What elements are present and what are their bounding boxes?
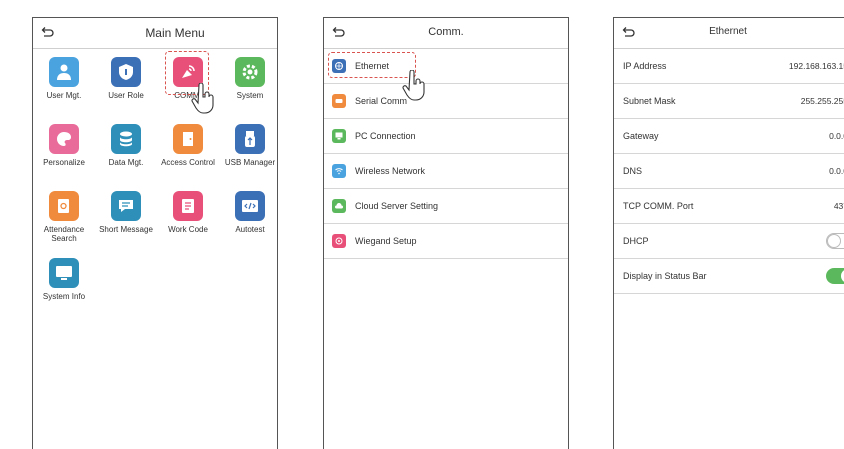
setting-label: Subnet Mask (623, 96, 676, 106)
ethernet-header: Ethernet (614, 18, 844, 49)
code-icon (235, 191, 265, 221)
menu-item-personalize[interactable]: Personalize (33, 124, 95, 167)
menu-item-user-mgt[interactable]: User Mgt. (33, 57, 95, 100)
menu-item-label: System (236, 91, 264, 100)
comm-header: Comm. (324, 18, 568, 49)
comm-item-label: Cloud Server Setting (355, 201, 439, 211)
main-menu-panel: Main Menu User Mgt. User Role COMM. System P… (32, 17, 278, 449)
menu-item-label: User Mgt. (46, 91, 82, 100)
setting-row-gateway[interactable]: Gateway 0.0.0 (614, 119, 844, 154)
setting-row-display-in-status-bar[interactable]: Display in Status Bar (614, 259, 844, 294)
shield-icon (111, 57, 141, 87)
comm-item-wireless-network[interactable]: Wireless Network (324, 154, 568, 189)
comm-list: Ethernet Serial Comm PC Connection Wireless… (324, 49, 568, 259)
pointer-hand-icon (402, 70, 425, 101)
menu-item-autotest[interactable]: Autotest (219, 191, 277, 234)
gear-icon (235, 57, 265, 87)
menu-item-label: USB Manager (224, 158, 276, 167)
setting-row-tcp-comm-port[interactable]: TCP COMM. Port 437 (614, 189, 844, 224)
menu-item-label: Personalize (43, 158, 85, 167)
setting-label: TCP COMM. Port (623, 201, 694, 211)
setting-label: DHCP (623, 236, 649, 246)
user-icon (49, 57, 79, 87)
menu-item-label: Data Mgt. (108, 158, 144, 167)
ethernet-panel: Ethernet IP Address 192.168.163.15 Subnet … (613, 17, 844, 449)
page-title: Main Menu (145, 26, 205, 40)
comm-item-label: PC Connection (355, 131, 416, 141)
palette-icon (49, 124, 79, 154)
page-title: Ethernet (709, 26, 747, 37)
wiegand-icon (332, 234, 346, 248)
setting-label: Display in Status Bar (623, 271, 707, 281)
setting-row-dhcp[interactable]: DHCP (614, 224, 844, 259)
comm-item-cloud-server-setting[interactable]: Cloud Server Setting (324, 189, 568, 224)
comm-item-serial-comm[interactable]: Serial Comm (324, 84, 568, 119)
message-icon (111, 191, 141, 221)
serial-icon (332, 94, 346, 108)
menu-item-system[interactable]: System (219, 57, 277, 100)
toggle-knob (827, 234, 841, 248)
ethernet-settings-list: IP Address 192.168.163.15 Subnet Mask 255.2… (614, 49, 844, 294)
door-icon (173, 124, 203, 154)
menu-item-short-message[interactable]: Short Message (95, 191, 157, 234)
dhcp-toggle[interactable] (826, 233, 844, 249)
ip-address-value: 192.168.163.15 (788, 61, 844, 71)
menu-item-user-role[interactable]: User Role (95, 57, 157, 100)
menu-item-label: Autotest (235, 225, 265, 234)
pointer-hand-icon (191, 83, 214, 114)
menu-item-label: User Role (108, 91, 144, 100)
menu-item-data-mgt[interactable]: Data Mgt. (95, 124, 157, 167)
comm-item-pc-connection[interactable]: PC Connection (324, 119, 568, 154)
menu-item-label: Access Control (161, 158, 215, 167)
comm-item-wiegand-setup[interactable]: Wiegand Setup (324, 224, 568, 259)
setting-row-dns[interactable]: DNS 0.0.0 (614, 154, 844, 189)
gateway-value: 0.0.0 (829, 131, 844, 141)
main-menu-header: Main Menu (33, 18, 277, 49)
menu-item-system-info[interactable]: System Info (33, 258, 95, 301)
menu-item-label: Short Message (99, 225, 153, 234)
database-icon (111, 124, 141, 154)
setting-label: DNS (623, 166, 643, 176)
menu-item-access-control[interactable]: Access Control (157, 124, 219, 167)
dns-value: 0.0.0 (829, 166, 844, 176)
back-icon[interactable] (39, 24, 55, 40)
setting-label: Gateway (623, 131, 659, 141)
setting-row-subnet-mask[interactable]: Subnet Mask 255.255.255 (614, 84, 844, 119)
tcp-comm-port-value: 437 (833, 201, 844, 211)
page-title: Comm. (428, 26, 464, 38)
monitor-icon (49, 258, 79, 288)
cloud-icon (332, 199, 346, 213)
setting-label: IP Address (623, 61, 667, 71)
menu-item-label: Attendance Search (43, 225, 85, 243)
menu-item-attendance-search[interactable]: Attendance Search (33, 191, 95, 243)
search-document-icon (49, 191, 79, 221)
setting-row-ip-address[interactable]: IP Address 192.168.163.15 (614, 49, 844, 84)
subnet-mask-value: 255.255.255 (800, 96, 844, 106)
comm-item-label: Serial Comm (355, 96, 408, 106)
usb-icon (235, 124, 265, 154)
wifi-icon (332, 164, 346, 178)
pc-icon (332, 129, 346, 143)
comm-item-label: Wiegand Setup (355, 236, 417, 246)
display-in-status-bar-toggle[interactable] (826, 268, 844, 284)
menu-item-label: Work Code (168, 225, 208, 234)
comm-panel: Comm. Ethernet Serial Comm PC Connection Wi… (323, 17, 569, 449)
menu-item-label: System Info (42, 292, 86, 301)
comm-item-label: Wireless Network (355, 166, 426, 176)
work-code-icon (173, 191, 203, 221)
menu-item-work-code[interactable]: Work Code (157, 191, 219, 234)
menu-item-usb-manager[interactable]: USB Manager (219, 124, 277, 167)
